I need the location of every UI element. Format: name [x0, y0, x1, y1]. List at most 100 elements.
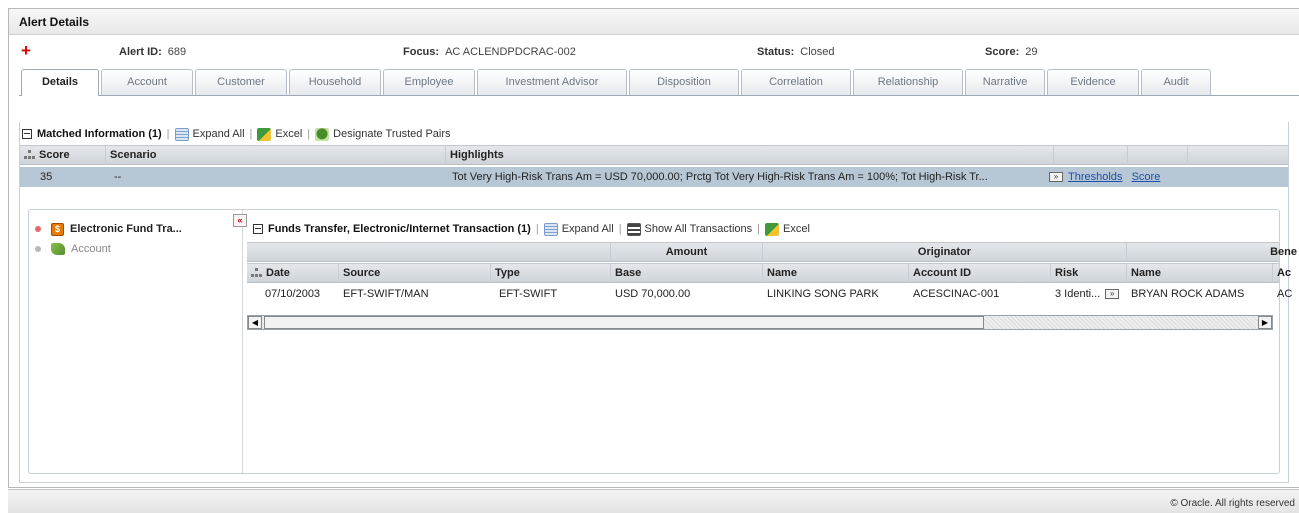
alert-details-window: Alert Details + Alert ID: 689 Focus: AC AC…: [8, 8, 1299, 488]
alert-summary-row: + Alert ID: 689 Focus: AC ACLENDPDCRAC-002…: [9, 35, 1299, 69]
tab-relationship[interactable]: Relationship: [853, 69, 963, 95]
tab-narrative[interactable]: Narrative: [965, 69, 1045, 95]
col-highlights[interactable]: Highlights: [446, 146, 1054, 165]
scroll-right-icon[interactable]: ▶: [1258, 316, 1272, 329]
status-value: Closed: [800, 46, 835, 58]
col-beneficiary-name[interactable]: Name: [1127, 264, 1273, 283]
cell-account-id: ACESCINAC-001: [913, 288, 1000, 300]
row-score: 35: [40, 171, 53, 183]
show-transactions-icon: [626, 222, 641, 236]
tab-audit[interactable]: Audit: [1141, 69, 1211, 95]
scroll-left-icon[interactable]: ◀: [248, 316, 262, 329]
collapse-nav-icon[interactable]: «: [233, 214, 247, 227]
row-scenario: --: [114, 171, 122, 183]
show-all-transactions-button[interactable]: Show All Transactions: [645, 223, 753, 235]
col-date[interactable]: Date: [247, 264, 339, 283]
col-source[interactable]: Source: [339, 264, 491, 283]
bullet-icon: [35, 246, 41, 253]
funds-grid-header: Date Source Type Base Name Account ID Ri…: [247, 263, 1291, 283]
alert-score: Score: 29: [985, 46, 1038, 58]
tab-account[interactable]: Account: [101, 69, 193, 95]
col-account-id[interactable]: Account ID: [909, 264, 1051, 283]
row-actions: » Thresholds Score: [1040, 167, 1160, 187]
cell-base: USD 70,000.00: [615, 288, 691, 300]
alert-id: Alert ID: 689: [119, 46, 186, 58]
trusted-pairs-icon: [315, 127, 330, 141]
excel-button[interactable]: Excel: [275, 128, 302, 140]
excel-icon: [257, 127, 272, 141]
group-header-row: Amount Originator Bene: [247, 242, 1297, 262]
tab-employee[interactable]: Employee: [383, 69, 475, 95]
col-type[interactable]: Type: [491, 264, 611, 283]
tab-details[interactable]: Details: [21, 69, 99, 96]
cell-beneficiary-account: AC: [1277, 288, 1293, 300]
group-amount: Amount: [611, 243, 763, 262]
col-base[interactable]: Base: [611, 264, 763, 283]
tab-investment-advisor[interactable]: Investment Advisor: [477, 69, 627, 95]
scrollbar-thumb[interactable]: [264, 316, 984, 329]
cell-date: 07/10/2003: [265, 288, 321, 300]
focus-value: AC ACLENDPDCRAC-002: [445, 46, 576, 58]
collapse-minus-icon[interactable]: [253, 224, 263, 234]
nav-item-label: Electronic Fund Tra...: [70, 223, 182, 235]
tab-bar: Details Account Customer Household Emplo…: [19, 69, 1299, 96]
expand-risk-icon[interactable]: »: [1105, 289, 1120, 300]
account-icon: [51, 243, 65, 256]
nav-item-label: Account: [71, 243, 111, 255]
excel-icon: [765, 222, 780, 236]
col-score[interactable]: Score: [20, 146, 106, 165]
status-label: Status:: [757, 46, 795, 58]
funds-transfer-title: Funds Transfer, Electronic/Internet Tran…: [268, 223, 531, 235]
tab-correlation[interactable]: Correlation: [741, 69, 851, 95]
nav-item-electronic-fund-transfer[interactable]: $ Electronic Fund Tra...: [35, 220, 182, 238]
score-link[interactable]: Score: [1132, 171, 1161, 183]
cell-type: EFT-SWIFT: [499, 288, 558, 300]
tab-disposition[interactable]: Disposition: [629, 69, 739, 95]
expand-all-button[interactable]: Expand All: [193, 128, 245, 140]
expand-all-icon: [543, 222, 558, 236]
group-beneficiary: Bene: [1270, 246, 1297, 258]
expand-all-icon: [174, 127, 189, 141]
col-originator-name[interactable]: Name: [763, 264, 909, 283]
col-beneficiary-account[interactable]: Ac: [1273, 264, 1297, 283]
score-value: 29: [1025, 46, 1038, 58]
expand-all-button[interactable]: Expand All: [562, 223, 614, 235]
details-tab-content: Matched Information (1) | Expand All | E…: [19, 122, 1297, 483]
money-icon: $: [51, 222, 64, 236]
table-row[interactable]: 35 -- Tot Very High-Risk Trans Am = USD …: [20, 167, 1288, 187]
matched-info-toolbar: Matched Information (1) | Expand All | E…: [22, 125, 451, 143]
copyright-text: © Oracle. All rights reserved: [1170, 498, 1295, 509]
expand-plus-icon[interactable]: +: [21, 42, 31, 59]
alert-id-value: 689: [167, 46, 187, 58]
expand-row-icon[interactable]: »: [1049, 172, 1063, 183]
page-footer: © Oracle. All rights reserved: [8, 489, 1299, 513]
tab-evidence[interactable]: Evidence: [1047, 69, 1139, 95]
alert-focus: Focus: AC ACLENDPDCRAC-002: [403, 46, 576, 58]
horizontal-scrollbar[interactable]: ◀ ▶: [247, 315, 1273, 330]
cell-originator-name: LINKING SONG PARK: [767, 288, 879, 300]
tab-household[interactable]: Household: [289, 69, 381, 95]
matched-grid-header: Score Scenario Highlights: [20, 145, 1288, 165]
col-blank-1: [1054, 146, 1128, 165]
tab-customer[interactable]: Customer: [195, 69, 287, 95]
page-title: Alert Details: [9, 9, 1299, 35]
transaction-panel: $ Electronic Fund Tra... Account « Funds …: [28, 209, 1297, 474]
cell-risk: 3 Identi...»: [1051, 284, 1124, 304]
hierarchy-icon: [251, 268, 262, 278]
thresholds-link[interactable]: Thresholds: [1068, 171, 1122, 183]
matched-info-title: Matched Information (1): [37, 128, 162, 140]
row-highlights: Tot Very High-Risk Trans Am = USD 70,000…: [452, 171, 988, 183]
bullet-icon: [35, 226, 41, 233]
cell-beneficiary-name: BRYAN ROCK ADAMS: [1131, 288, 1245, 300]
table-row[interactable]: 07/10/2003 EFT-SWIFT/MAN EFT-SWIFT USD 7…: [247, 284, 1292, 304]
focus-label: Focus:: [403, 46, 440, 58]
alert-status: Status: Closed: [757, 46, 835, 58]
designate-trusted-pairs-button[interactable]: Designate Trusted Pairs: [333, 128, 450, 140]
col-scenario[interactable]: Scenario: [106, 146, 446, 165]
col-risk[interactable]: Risk: [1051, 264, 1127, 283]
collapse-minus-icon[interactable]: [22, 129, 32, 139]
hierarchy-icon: [24, 150, 35, 160]
excel-button[interactable]: Excel: [783, 223, 810, 235]
transaction-left-nav: $ Electronic Fund Tra... Account «: [29, 210, 247, 473]
nav-item-account[interactable]: Account: [35, 240, 111, 258]
